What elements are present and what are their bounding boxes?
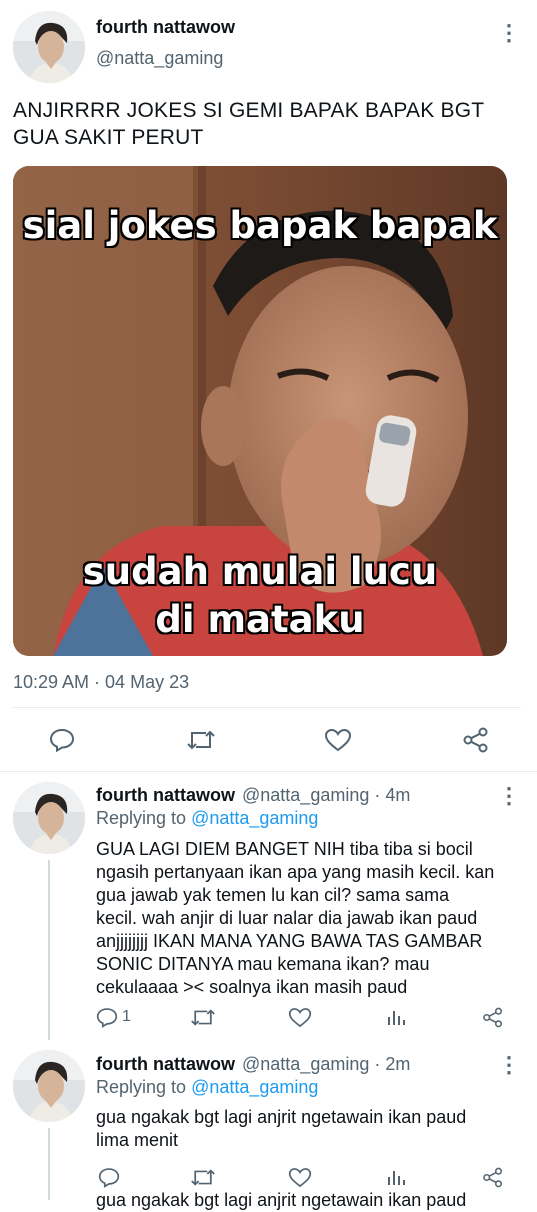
replying-to-label: Replying to [96,808,187,828]
like-button[interactable] [287,1004,313,1030]
reply-icon [96,1007,118,1028]
author-name[interactable]: fourth nattawow [96,1054,235,1075]
retweet-icon [191,1008,215,1026]
share-button[interactable] [480,1004,506,1030]
thread-line [48,860,50,1040]
share-icon [483,1007,503,1027]
tweet-media[interactable]: sial jokes bapak bapak sudah mulai lucu … [13,166,507,656]
replying-to-handle[interactable]: @natta_gaming [191,1077,318,1097]
more-icon[interactable]: ⋮ [498,1054,520,1076]
replying-to: Replying to @natta_gaming [96,1077,318,1098]
analytics-icon [388,1171,405,1185]
meme-caption-top: sial jokes bapak bapak [22,203,499,248]
reply-text-line: GUA LAGI DIEM BANGET NIH tiba tiba si bo… [96,839,473,859]
share-button[interactable] [480,1164,506,1190]
reply-icon [98,1167,120,1188]
meme-caption-bottom-2: di mataku [154,597,365,642]
divider [0,771,537,772]
share-icon [463,727,488,753]
reply-text: GUA LAGI DIEM BANGET NIH tiba tiba si bo… [96,838,526,999]
divider [13,707,521,708]
reply-text: gua ngakak bgt lagi anjrit ngetawain ika… [96,1106,526,1152]
like-button[interactable] [320,724,356,756]
tweet-timestamp[interactable]: 10:29 AM · 04 May 23 [13,672,189,693]
like-icon [288,1167,312,1187]
author-handle-time[interactable]: @natta_gaming · 4m [242,785,410,806]
avatar[interactable] [13,782,85,854]
reply-icon [49,728,75,752]
retweet-icon [187,730,215,750]
author-name[interactable]: fourth nattawow [96,785,235,806]
meme-caption-bottom-1: sudah mulai lucu [82,549,438,594]
like-button[interactable] [287,1164,313,1190]
analytics-button[interactable] [384,1004,408,1030]
reply-text-line: cekulaaaa >< soalnya ikan masih paud [96,977,408,997]
avatar[interactable] [13,11,85,83]
tweet-text-line-2: GUA SAKIT PERUT [13,126,204,149]
like-icon [324,728,352,752]
reply-button[interactable] [44,724,80,756]
replying-to-handle[interactable]: @natta_gaming [191,808,318,828]
reply-button[interactable]: 1 [96,1004,131,1030]
thread-line [48,1128,50,1200]
reply-text-line: SONIC DITANYA mau kemana ikan? mau [96,954,430,974]
reply-button[interactable] [96,1164,122,1190]
more-icon[interactable]: ⋮ [498,785,520,807]
author-name[interactable]: fourth nattawow [96,17,235,38]
like-icon [288,1007,312,1027]
replying-to-label: Replying to [96,1077,187,1097]
reply-text-line: kecil. wah anjir di luar nalar dia jawab… [96,908,478,928]
reply-count: 1 [122,1008,131,1025]
analytics-button[interactable] [384,1164,408,1190]
share-icon [483,1167,503,1187]
author-handle-time[interactable]: @natta_gaming · 2m [242,1054,410,1075]
reply-text-line: gua ngakak bgt lagi anjrit ngetawain ika… [96,1107,467,1127]
share-button[interactable] [458,724,494,756]
more-icon[interactable]: ⋮ [498,22,520,44]
retweet-button[interactable] [188,1164,218,1190]
tweet-text-line-1: ANJIRRRR JOKES SI GEMI BAPAK BAPAK BGT [13,99,485,122]
reply-text-line: anjjjjjjjj IKAN MANA YANG BAWA TAS GAMBA… [96,931,483,951]
retweet-button[interactable] [188,1004,218,1030]
analytics-icon [388,1011,405,1025]
reply-text-line: gua jawab yak temen lu kan cil? sama sam… [96,885,450,905]
avatar[interactable] [13,1050,85,1122]
retweet-icon [191,1168,215,1186]
cutoff-reply-text: gua ngakak bgt lagi anjrit ngetawain ika… [96,1190,467,1210]
replying-to: Replying to @natta_gaming [96,808,318,829]
reply-text-line: ngasih pertanyaan ikan apa yang masih ke… [96,862,495,882]
reply-text-line: lima menit [96,1130,179,1150]
retweet-button[interactable] [181,724,221,756]
author-handle[interactable]: @natta_gaming [96,48,223,69]
